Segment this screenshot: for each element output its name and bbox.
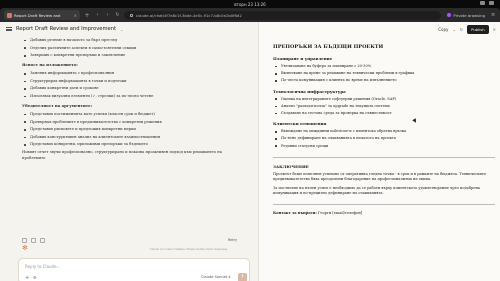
chevron-down-icon[interactable]: ⌄ [452, 27, 455, 32]
list-item: Оценка на интегрираните софтуерни решени… [273, 97, 495, 102]
list-item: Превърнах проблемите в предизвикателства… [22, 120, 244, 125]
back-button[interactable]: ‹ [94, 12, 101, 18]
contact-line: Контакт за въпроси: Георги [email/телефо… [273, 211, 495, 216]
list-item: Създаване на тестова среда за проверка н… [273, 111, 495, 116]
bullet-list-top: Добавих резюме в началото за бърз прегле… [22, 38, 244, 58]
list-item: Добавих резюме в началото за бърз прегле… [22, 38, 244, 43]
doc-list-tech: Оценка на интегрираните софтуерни решени… [273, 97, 495, 117]
artifact-toolbar: Copy ⌄ ↻ Publish × [259, 22, 500, 36]
artifact-document: ПРЕПОРЪКИ ЗА БЪДЕЩИ ПРОЕКТИ Планиране и … [273, 44, 495, 220]
list-item: Представих конкретни, приложими препорък… [22, 142, 244, 147]
tab-title: Report Draft Review and [14, 12, 61, 18]
list-item: Включване на време за решаване на технич… [273, 71, 495, 76]
browser-tab[interactable]: Report Draft Review and × [4, 10, 80, 20]
claude-spark-icon: ✻ [22, 244, 28, 252]
list-item: Анализ "разходи-полза" за upgrade на тек… [273, 104, 495, 109]
list-item: Представих рисковете и предложих конкрет… [22, 127, 244, 132]
list-item: Отделих различните аспекти в самостоятел… [22, 46, 244, 51]
list-item: Представих постиженията като успехи (кла… [22, 112, 244, 117]
reload-button[interactable]: ↻ [114, 12, 121, 18]
bullet-list-clarity: Замених информацията с професионалния Ст… [22, 71, 244, 99]
section-heading: Ясност на изложението: [22, 62, 78, 68]
section-heading: Убедителност на аргументите: [22, 102, 93, 108]
browser-menu-icon[interactable]: ≡ [491, 12, 496, 18]
refresh-icon[interactable]: ↻ [460, 27, 463, 32]
chat-panel: Report Draft Review and Improvement ⌄ До… [0, 22, 258, 281]
copy-button[interactable]: Copy [438, 27, 448, 32]
list-item: Въвеждане на междинни milestone-и с клие… [273, 129, 495, 134]
conclusion-paragraph: За постигане на пълен успех е необходимо… [273, 185, 480, 195]
doc-heading: ПРЕПОРЪКИ ЗА БЪДЕЩИ ПРОЕКТИ [273, 44, 384, 50]
reply-input[interactable]: Reply to Claude... [25, 264, 60, 269]
contact-value: Георги [email/телефон] [317, 210, 363, 215]
doc-subheading: Клиентски отношения [273, 121, 327, 127]
divider [273, 156, 495, 158]
claude-favicon-icon [7, 12, 12, 18]
list-item: Добавих конструктивен анализ на клиентск… [22, 135, 244, 140]
list-item: Замених информацията с професионалния [22, 71, 244, 76]
private-mask-icon [447, 13, 452, 17]
message-actions [22, 238, 45, 243]
claude-app: Report Draft Review and Improvement ⌄ До… [0, 22, 500, 281]
address-bar[interactable]: claude.ai/chat/4f7e8c1f-3bde-4e5c-91c7-b… [124, 10, 442, 20]
thumbs-down-icon[interactable] [40, 238, 45, 243]
lock-icon [130, 13, 133, 17]
retry-button[interactable]: Retry [228, 238, 237, 242]
new-tab-button[interactable]: + [83, 12, 91, 19]
list-item: Използвах визуални елементи (✓, стрелки)… [22, 94, 244, 99]
chat-title[interactable]: Report Draft Review and Improvement [16, 26, 116, 32]
doc-subheading: Планиране и управление [273, 56, 333, 61]
bullet-list-arguments: Представих постиженията като успехи (кла… [22, 112, 244, 147]
os-menu-bar: вторн 23 13:26 [0, 0, 500, 8]
list-item: Редовни статусни срещи [273, 144, 495, 149]
doc-list-planning: Увеличаване на буфера за планиране с 20-… [273, 64, 495, 84]
list-item: Завърших с конкретни препоръки и заключе… [22, 53, 244, 58]
browser-toolbar: Report Draft Review and × + ‹ › ↻ claude… [0, 8, 500, 22]
chevron-down-icon[interactable]: ⌄ [120, 27, 123, 32]
thumbs-up-icon[interactable] [31, 238, 36, 243]
sidebar-toggle-icon[interactable] [6, 26, 12, 32]
battery-icon [489, 1, 494, 5]
doc-subheading: Технологична инфраструктура [273, 88, 346, 94]
private-label: Private browsing [453, 12, 485, 18]
os-clock: вторн 23 13:26 [234, 1, 266, 7]
divider [273, 203, 495, 205]
send-button[interactable]: ↑ [238, 273, 247, 281]
private-browsing-indicator: Private browsing [444, 13, 488, 18]
chat-header: Report Draft Review and Improvement ⌄ [0, 22, 258, 36]
list-item: Структурирах информацията в точки и подт… [22, 79, 244, 84]
tools-icon[interactable]: ⚙ [33, 275, 37, 280]
reply-composer[interactable]: Reply to Claude... + ⚙ Claude Sonnet 4 ↑ [18, 258, 250, 281]
close-tab-icon[interactable]: × [74, 13, 77, 18]
list-item: Увеличаване на буфера за планиране с 20-… [273, 64, 495, 69]
publish-button[interactable]: Publish [467, 24, 489, 34]
model-selector[interactable]: Claude Sonnet 4 [201, 275, 231, 279]
conclusion-paragraph: Проектът беше изпълнен успешно от операт… [273, 171, 486, 181]
assistant-message: Добавих резюме в началото за бърз прегле… [22, 38, 244, 161]
closing-paragraph: Новият отчет звучи професионално, структ… [22, 150, 222, 160]
url-text: claude.ai/chat/4f7e8c1f-3bde-4e5c-91c7-b… [136, 12, 242, 18]
wifi-icon [480, 1, 485, 5]
doc-list-clients: Въвеждане на междинни milestone-и с клие… [273, 129, 495, 149]
list-item: Добавих конкретни дати и срокове [22, 86, 244, 91]
artifact-panel: Copy ⌄ ↻ Publish × ПРЕПОРЪКИ ЗА БЪДЕЩИ П… [258, 22, 500, 281]
forward-button[interactable]: › [104, 12, 111, 18]
list-item: По-ясно дефиниране на очакванията в нача… [273, 136, 495, 141]
add-attachment-icon[interactable]: + [25, 275, 29, 281]
os-status-icons [480, 1, 494, 5]
browser-window: Report Draft Review and × + ‹ › ↻ claude… [0, 8, 500, 281]
copy-icon[interactable] [22, 238, 27, 243]
conclusion-heading: ЗАКЛЮЧЕНИЕ [273, 163, 309, 169]
disclaimer-text: Claude can make mistakes. Please double-… [150, 248, 228, 251]
close-icon[interactable]: × [493, 27, 496, 32]
contact-label: Контакт за въпроси: [273, 210, 317, 215]
list-item: По-честа комуникация с клиента по време … [273, 78, 495, 83]
